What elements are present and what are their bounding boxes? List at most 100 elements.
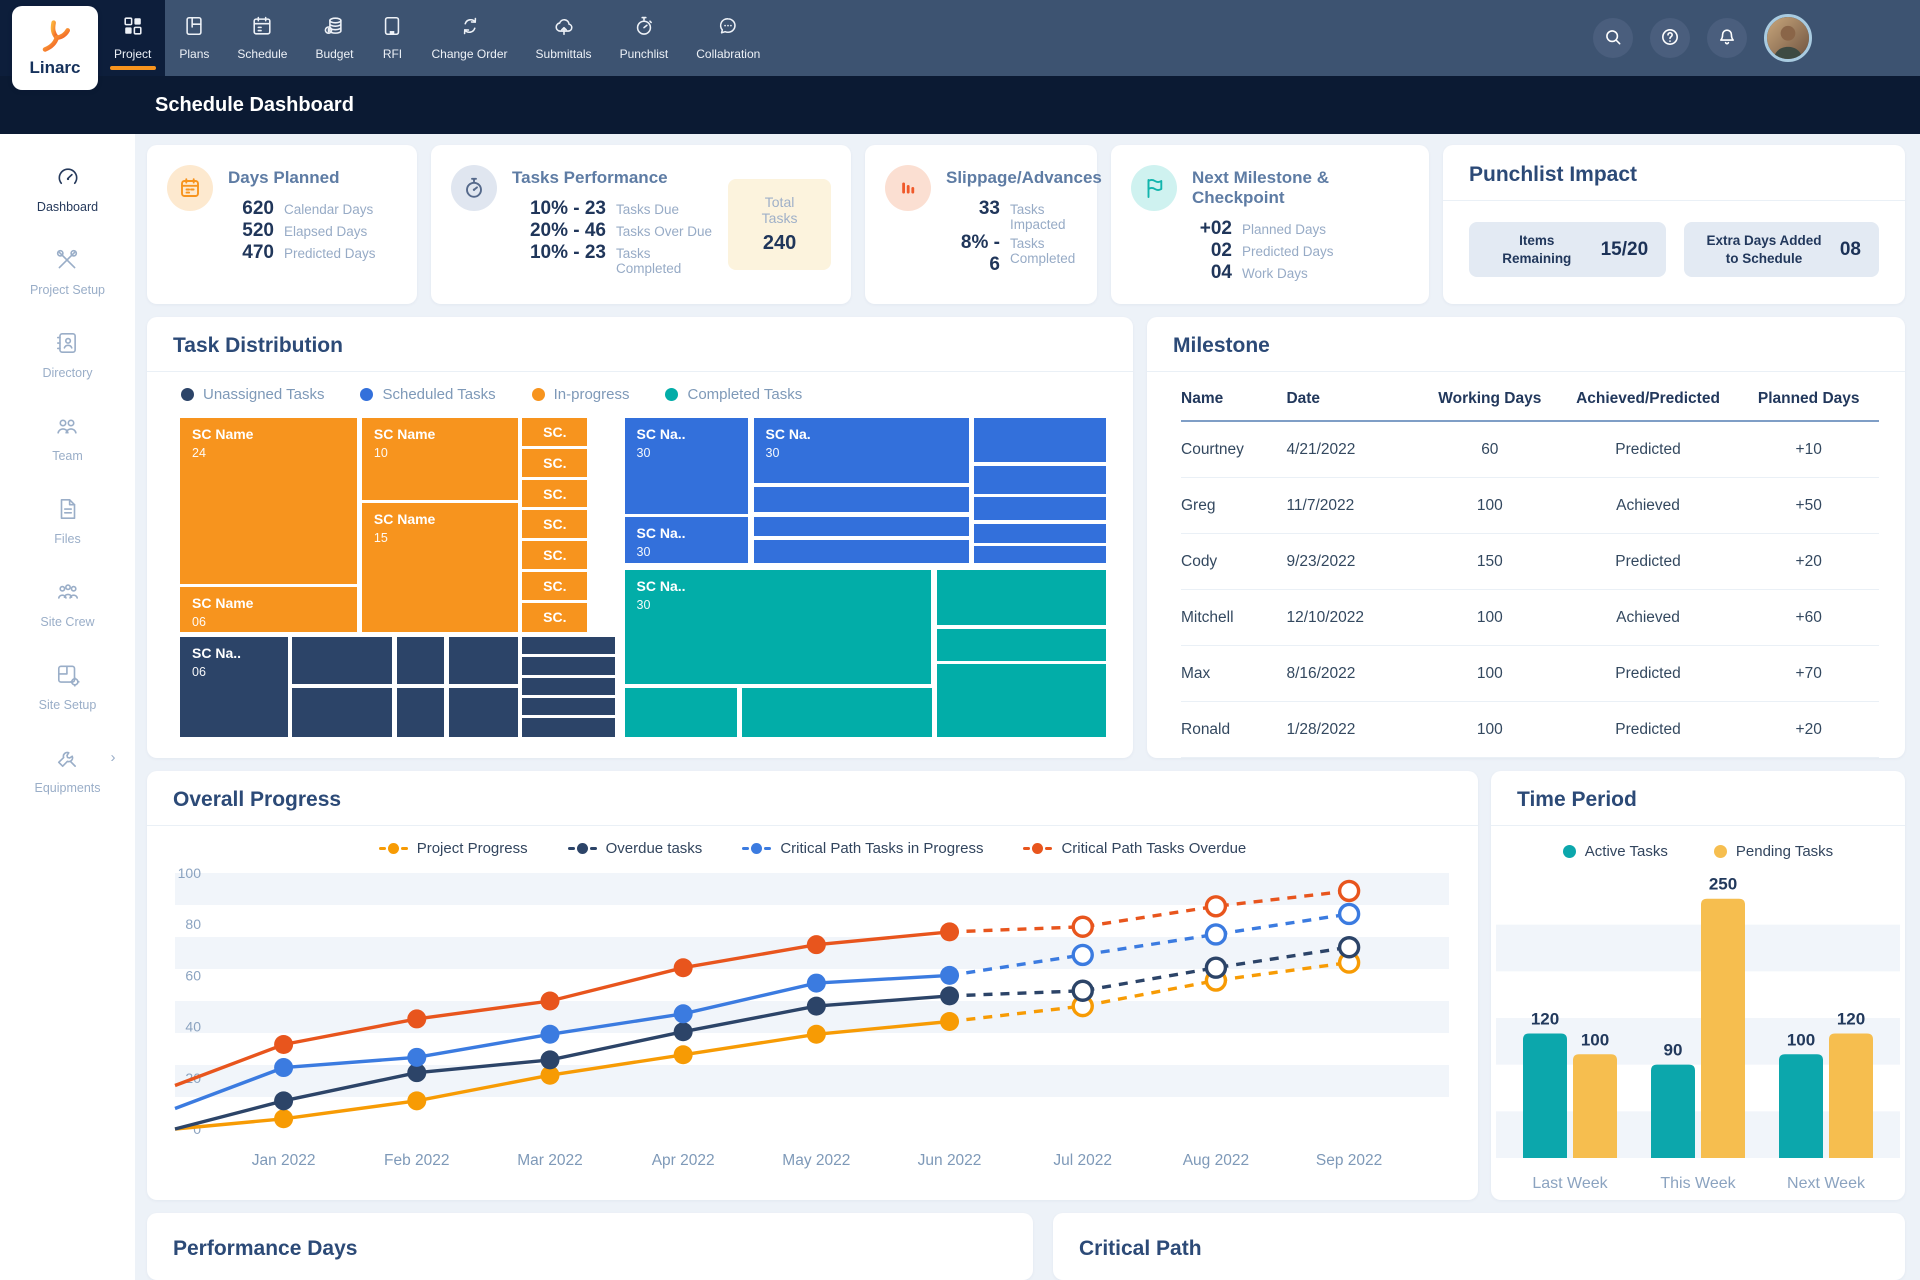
treemap-cell[interactable]: SC. bbox=[521, 479, 588, 509]
task-distribution-legend-item[interactable]: Completed Tasks bbox=[665, 386, 802, 403]
sidebar-item-team[interactable]: Team bbox=[52, 413, 83, 463]
treemap-cell[interactable] bbox=[396, 636, 445, 685]
treemap-cell[interactable]: SC Na..30 bbox=[624, 417, 749, 515]
treemap-cell[interactable] bbox=[973, 545, 1107, 564]
treemap-cell[interactable] bbox=[396, 687, 445, 738]
treemap-cell[interactable] bbox=[741, 687, 932, 738]
project-icon bbox=[122, 15, 144, 42]
sidebar-item-equipments[interactable]: ›Equipments bbox=[34, 745, 100, 795]
treemap-cell[interactable] bbox=[936, 628, 1107, 662]
days-planned-card: Days Planned 620Calendar Days520Elapsed … bbox=[147, 145, 417, 304]
nav-tab-plans[interactable]: Plans bbox=[165, 0, 223, 76]
treemap-cell[interactable] bbox=[973, 417, 1107, 463]
treemap-cell[interactable] bbox=[973, 523, 1107, 544]
treemap-cell-label: SC Name bbox=[374, 426, 512, 442]
treemap-cell[interactable] bbox=[624, 687, 738, 738]
treemap-cell[interactable] bbox=[936, 569, 1107, 626]
nav-tab-punchlist[interactable]: Punchlist bbox=[606, 0, 683, 76]
sidebar-item-site-crew[interactable]: Site Crew bbox=[40, 579, 94, 629]
treemap-cell[interactable]: SC. bbox=[521, 509, 588, 539]
treemap-cell[interactable]: SC. bbox=[521, 602, 588, 633]
sidebar-item-files[interactable]: Files bbox=[54, 496, 80, 546]
slippage-card: Slippage/Advances 33Tasks Impacted8% - 6… bbox=[865, 145, 1097, 304]
user-avatar[interactable] bbox=[1764, 14, 1812, 62]
sidebar-item-dashboard[interactable]: Dashboard bbox=[37, 164, 98, 214]
svg-text:120: 120 bbox=[1531, 1010, 1559, 1029]
treemap-cell[interactable]: SC Name06 bbox=[179, 586, 358, 633]
card-title: Next Milestone & Checkpoint bbox=[1192, 168, 1409, 208]
task-distribution-legend-item[interactable]: Scheduled Tasks bbox=[360, 386, 495, 403]
task-distribution-legend-item[interactable]: Unassigned Tasks bbox=[181, 386, 324, 403]
linarc-logo[interactable]: Linarc bbox=[12, 6, 98, 90]
treemap-cell[interactable] bbox=[521, 697, 616, 716]
treemap-cell[interactable] bbox=[753, 486, 970, 514]
help-button[interactable] bbox=[1650, 18, 1690, 58]
treemap-cell[interactable] bbox=[753, 539, 970, 564]
notifications-button[interactable] bbox=[1707, 18, 1747, 58]
treemap-cell[interactable]: SC. bbox=[521, 417, 588, 447]
treemap-cell[interactable]: SC Na.30 bbox=[753, 417, 970, 484]
stat-label: Tasks Impacted bbox=[1010, 202, 1102, 232]
stat-label: Work Days bbox=[1242, 266, 1308, 281]
treemap-cell[interactable]: SC Name24 bbox=[179, 417, 358, 585]
treemap-cell[interactable]: SC Na..30 bbox=[624, 516, 749, 564]
treemap-cell[interactable]: SC. bbox=[521, 448, 588, 478]
nav-tab-rfi[interactable]: RFI bbox=[367, 0, 417, 76]
punchlist-stat-box: Extra Days Added to Schedule08 bbox=[1684, 222, 1879, 277]
milestone-column-header: Planned Days bbox=[1738, 390, 1879, 408]
nav-tab-collabration[interactable]: Collabration bbox=[682, 0, 774, 76]
task-distribution-legend-item[interactable]: In-progress bbox=[532, 386, 630, 403]
nav-tab-change-order[interactable]: Change Order bbox=[417, 0, 521, 76]
svg-text:Next Week: Next Week bbox=[1787, 1175, 1866, 1192]
svg-text:Aug 2022: Aug 2022 bbox=[1183, 1152, 1249, 1169]
treemap-cell-label: SC. bbox=[543, 424, 566, 440]
sidebar-item-label: Team bbox=[52, 449, 83, 463]
sidebar: Dashboard Project Setup Directory Team Files… bbox=[0, 134, 135, 1280]
svg-text:Sep 2022: Sep 2022 bbox=[1316, 1152, 1382, 1169]
treemap-cell[interactable]: SC. bbox=[521, 571, 588, 601]
treemap-cell[interactable] bbox=[973, 465, 1107, 495]
nav-tab-project[interactable]: Project bbox=[100, 0, 165, 76]
time-period-legend-item[interactable]: Pending Tasks bbox=[1714, 843, 1833, 860]
svg-text:100: 100 bbox=[1581, 1030, 1609, 1049]
sidebar-item-label: Site Setup bbox=[39, 698, 97, 712]
treemap-cell[interactable] bbox=[291, 687, 393, 738]
treemap-cell[interactable] bbox=[521, 677, 616, 696]
sidebar-item-directory[interactable]: Directory bbox=[42, 330, 92, 380]
nav-tab-schedule[interactable]: Schedule bbox=[223, 0, 301, 76]
overall-progress-legend-item[interactable]: Overdue tasks bbox=[568, 840, 703, 857]
treemap-cell-label: SC. bbox=[543, 455, 566, 471]
svg-text:60: 60 bbox=[185, 967, 201, 983]
svg-text:100: 100 bbox=[178, 865, 202, 881]
treemap-cell[interactable] bbox=[753, 516, 970, 537]
treemap-cell[interactable] bbox=[448, 636, 519, 685]
treemap-cell[interactable]: SC Na..30 bbox=[624, 569, 932, 685]
legend-dot-icon bbox=[665, 388, 678, 401]
treemap-cell[interactable] bbox=[973, 496, 1107, 521]
sidebar-item-site-setup[interactable]: Site Setup bbox=[39, 662, 97, 712]
search-button[interactable] bbox=[1593, 18, 1633, 58]
treemap-cell[interactable] bbox=[936, 663, 1107, 738]
stat-row: 470Predicted Days bbox=[228, 242, 376, 264]
treemap-cell[interactable]: SC Name10 bbox=[361, 417, 519, 501]
avatar-photo bbox=[1767, 17, 1809, 59]
stat-label: Tasks Due bbox=[616, 202, 679, 217]
time-period-legend-item[interactable]: Active Tasks bbox=[1563, 843, 1668, 860]
overall-progress-legend-item[interactable]: Critical Path Tasks Overdue bbox=[1023, 840, 1246, 857]
treemap-cell[interactable]: SC Na..06 bbox=[179, 636, 289, 738]
treemap-cell[interactable] bbox=[521, 636, 616, 655]
nav-tab-budget[interactable]: Budget bbox=[301, 0, 367, 76]
treemap-cell[interactable] bbox=[521, 717, 616, 738]
sidebar-item-project-setup[interactable]: Project Setup bbox=[30, 247, 105, 297]
top-actions bbox=[1593, 0, 1812, 76]
overall-progress-legend-item[interactable]: Project Progress bbox=[379, 840, 528, 857]
treemap-cell[interactable] bbox=[521, 656, 616, 675]
milestone-row: Ronald1/28/2022100Predicted+20 bbox=[1181, 702, 1879, 758]
treemap-cell[interactable] bbox=[291, 636, 393, 685]
treemap-cell[interactable] bbox=[448, 687, 519, 738]
overall-progress-legend-item[interactable]: Critical Path Tasks in Progress bbox=[742, 840, 983, 857]
nav-tab-submittals[interactable]: Submittals bbox=[522, 0, 606, 76]
milestone-cell: +70 bbox=[1738, 665, 1879, 683]
treemap-cell[interactable]: SC. bbox=[521, 540, 588, 570]
treemap-cell[interactable]: SC Name15 bbox=[361, 502, 519, 633]
